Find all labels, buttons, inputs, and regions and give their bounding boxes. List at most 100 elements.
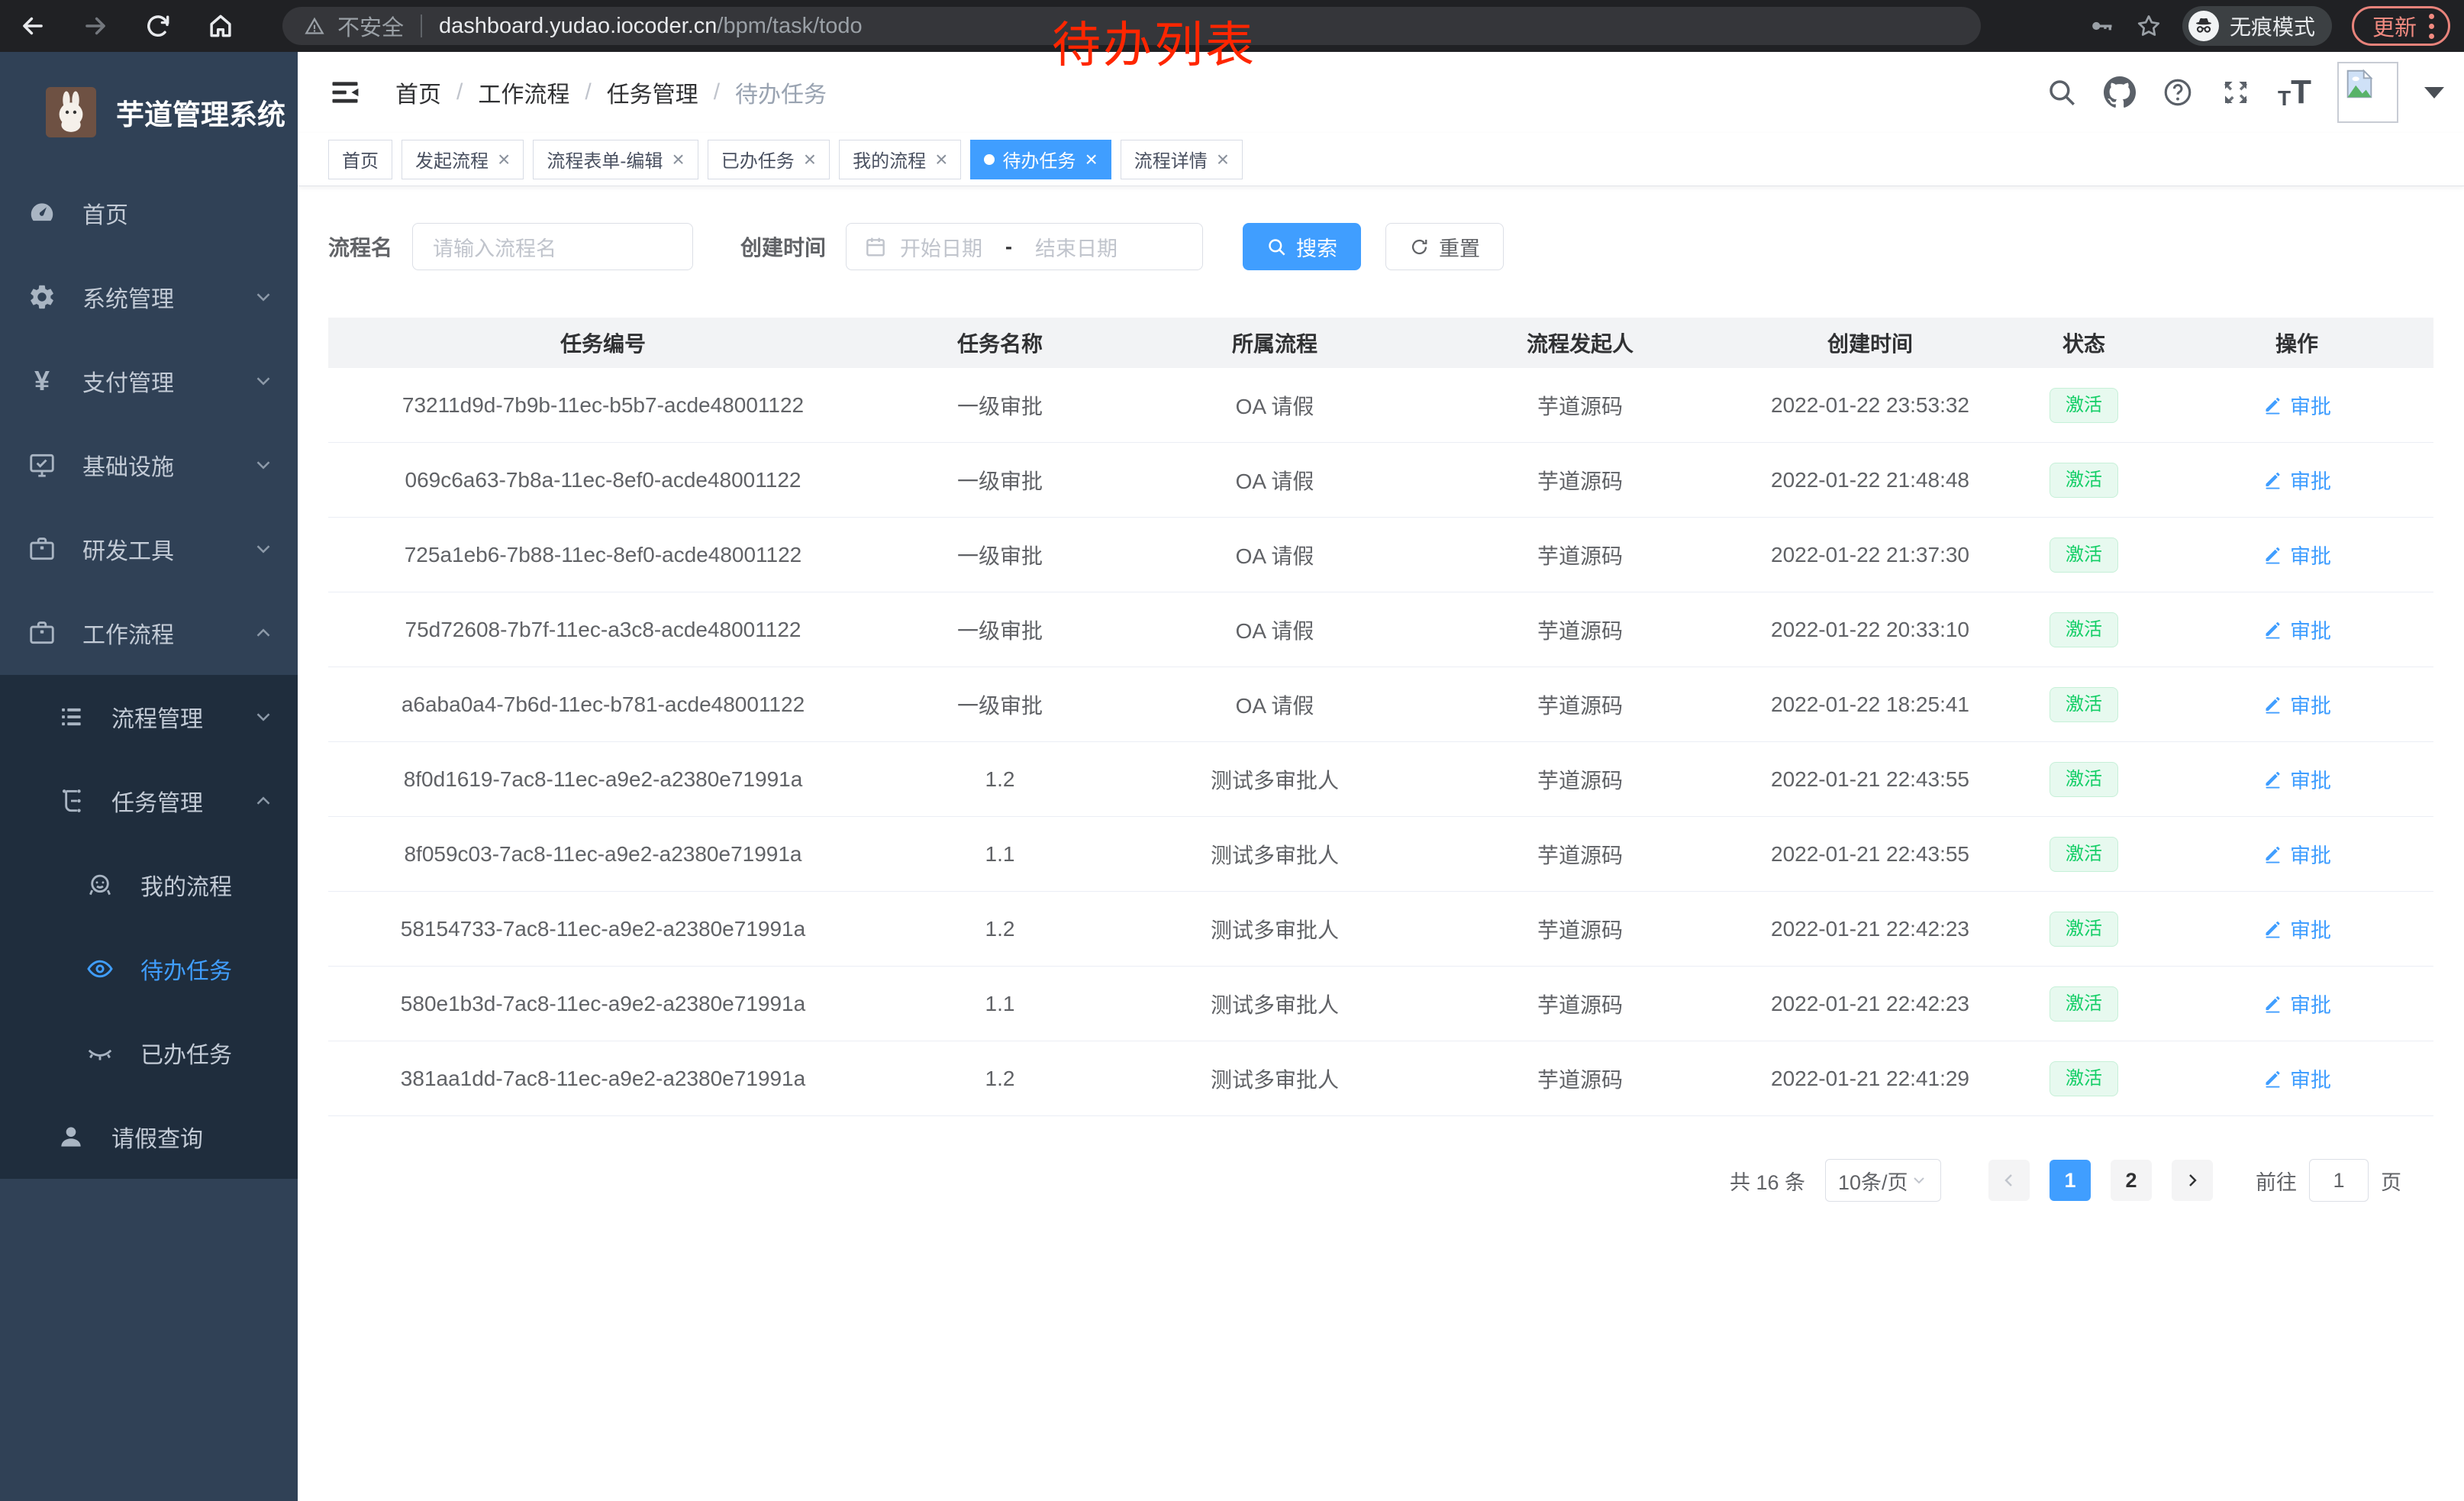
- tab-close-icon[interactable]: ×: [1217, 149, 1229, 170]
- tab-发起流程[interactable]: 发起流程×: [402, 140, 524, 179]
- github-icon[interactable]: [2104, 76, 2136, 108]
- update-label: 更新: [2372, 10, 2417, 42]
- column-header-starter: 流程发起人: [1427, 328, 1733, 358]
- approve-link[interactable]: 审批: [2262, 540, 2331, 570]
- sidebar-item-label: 已办任务: [140, 1036, 232, 1070]
- goto-page-input[interactable]: 1: [2309, 1159, 2369, 1202]
- tab-待办任务[interactable]: 待办任务×: [970, 140, 1111, 179]
- sidebar-item-workflow[interactable]: 工作流程: [0, 591, 298, 675]
- tab-close-icon[interactable]: ×: [498, 149, 510, 170]
- cell-actions: 审批: [2160, 615, 2433, 645]
- cell-status: 激活: [2008, 463, 2160, 498]
- tab-首页[interactable]: 首页: [328, 140, 392, 179]
- approve-link[interactable]: 审批: [2262, 1064, 2331, 1093]
- tab-close-icon[interactable]: ×: [1085, 149, 1097, 170]
- browser-update-button[interactable]: 更新: [2352, 6, 2450, 46]
- sidebar-item-my-process[interactable]: 我的流程: [0, 843, 298, 927]
- approve-link[interactable]: 审批: [2262, 839, 2331, 869]
- search-icon[interactable]: [2046, 76, 2078, 108]
- reset-button[interactable]: 重置: [1385, 223, 1504, 270]
- approve-link[interactable]: 审批: [2262, 615, 2331, 644]
- sidebar-item-task-management[interactable]: 任务管理: [0, 759, 298, 843]
- tab-close-icon[interactable]: ×: [935, 149, 947, 170]
- prev-page-button[interactable]: [1988, 1160, 2030, 1201]
- browser-menu-kebab-icon[interactable]: [2429, 14, 2434, 39]
- password-key-icon[interactable]: [2088, 12, 2115, 40]
- browser-forward-icon[interactable]: [81, 11, 110, 40]
- sidebar-item-payment[interactable]: ¥ 支付管理: [0, 339, 298, 423]
- sidebar-item-done-tasks[interactable]: 已办任务: [0, 1011, 298, 1095]
- sidebar-item-system[interactable]: 系统管理: [0, 255, 298, 339]
- breadcrumb-home[interactable]: 首页: [395, 76, 441, 109]
- incognito-badge: 无痕模式: [2182, 6, 2332, 46]
- pagination: 共 16 条 10条/页 1 2 前往 1 页: [328, 1159, 2433, 1202]
- cell-status: 激活: [2008, 1061, 2160, 1096]
- cell-status: 激活: [2008, 687, 2160, 722]
- approve-link[interactable]: 审批: [2262, 914, 2331, 944]
- sidebar-item-leave-query[interactable]: 请假查询: [0, 1095, 298, 1179]
- breadcrumb-task-management[interactable]: 任务管理: [607, 76, 698, 109]
- page-button-1[interactable]: 1: [2050, 1160, 2091, 1201]
- range-separator: -: [1005, 235, 1012, 259]
- chevron-down-icon: [252, 705, 275, 728]
- help-question-icon[interactable]: [2162, 76, 2194, 108]
- cell-starter: 芋道源码: [1427, 390, 1733, 421]
- approve-link[interactable]: 审批: [2262, 465, 2331, 495]
- next-page-button[interactable]: [2172, 1160, 2213, 1201]
- app-logo-rabbit: [46, 87, 96, 137]
- tab-我的流程[interactable]: 我的流程×: [839, 140, 961, 179]
- cell-task-id: 58154733-7ac8-11ec-a9e2-a2380e71991a: [328, 917, 878, 941]
- tab-流程表单-编辑[interactable]: 流程表单-编辑 ×: [533, 140, 698, 179]
- sidebar-item-todo-tasks[interactable]: 待办任务: [0, 927, 298, 1011]
- page-size-select[interactable]: 10条/页: [1825, 1159, 1941, 1202]
- goto-page: 前往 1 页: [2256, 1159, 2401, 1202]
- cell-task-id: 381aa1dd-7ac8-11ec-a9e2-a2380e71991a: [328, 1067, 878, 1091]
- sidebar-collapse-icon[interactable]: [328, 76, 362, 109]
- sidebar-item-infrastructure[interactable]: 基础设施: [0, 423, 298, 507]
- tab-close-icon[interactable]: ×: [672, 149, 684, 170]
- avatar-caret-down-icon[interactable]: [2424, 87, 2444, 98]
- sidebar-item-process-management[interactable]: 流程管理: [0, 675, 298, 759]
- url-path: /bpm/task/todo: [717, 14, 862, 39]
- dashboard-icon: [27, 199, 56, 228]
- avatar[interactable]: [2337, 62, 2398, 123]
- browser-home-icon[interactable]: [206, 11, 235, 40]
- fullscreen-icon[interactable]: [2220, 76, 2252, 108]
- date-range-picker[interactable]: 开始日期 - 结束日期: [846, 223, 1203, 270]
- approve-link[interactable]: 审批: [2262, 764, 2331, 794]
- browser-back-icon[interactable]: [18, 11, 47, 40]
- sidebar-item-label: 工作流程: [82, 616, 174, 650]
- sidebar-item-dev-tools[interactable]: 研发工具: [0, 507, 298, 591]
- tab-流程详情[interactable]: 流程详情×: [1121, 140, 1243, 179]
- tab-label: 已办任务: [721, 146, 795, 173]
- browser-reload-icon[interactable]: [144, 11, 173, 40]
- bookmark-star-icon[interactable]: [2135, 12, 2162, 40]
- cell-actions: 审批: [2160, 989, 2433, 1019]
- process-name-input[interactable]: 请输入流程名: [412, 223, 693, 270]
- page-button-2[interactable]: 2: [2111, 1160, 2152, 1201]
- status-badge: 激活: [2050, 837, 2118, 872]
- gear-icon: [27, 282, 56, 311]
- approve-link-label: 审批: [2290, 989, 2331, 1018]
- content: 流程名 请输入流程名 创建时间 开始日期 - 结束日期 搜索: [298, 186, 2464, 1202]
- chevron-down-icon: [1910, 1171, 1928, 1190]
- approve-link[interactable]: 审批: [2262, 689, 2331, 719]
- tab-close-icon[interactable]: ×: [804, 149, 816, 170]
- approve-link[interactable]: 审批: [2262, 989, 2331, 1018]
- not-secure-label: 不安全: [337, 10, 404, 42]
- approve-link[interactable]: 审批: [2262, 390, 2331, 420]
- edit-pen-icon: [2262, 470, 2283, 490]
- tab-已办任务[interactable]: 已办任务 ×: [708, 140, 830, 179]
- goto-unit: 页: [2381, 1166, 2401, 1196]
- font-size-icon[interactable]: TT: [2278, 76, 2311, 109]
- search-button[interactable]: 搜索: [1243, 223, 1361, 270]
- sidebar-logo-row[interactable]: 芋道管理系统: [0, 52, 298, 151]
- table-header-row: 任务编号 任务名称 所属流程 流程发起人 创建时间 状态 操作: [328, 318, 2433, 368]
- cell-process: OA 请假: [1122, 465, 1427, 495]
- tab-label: 流程表单-编辑: [547, 146, 663, 173]
- filter-bar: 流程名 请输入流程名 创建时间 开始日期 - 结束日期 搜索: [328, 223, 2433, 270]
- sidebar-item-home[interactable]: 首页: [0, 171, 298, 255]
- breadcrumb-separator: /: [456, 79, 463, 105]
- approve-link-label: 审批: [2290, 689, 2331, 719]
- breadcrumb-workflow[interactable]: 工作流程: [478, 76, 569, 109]
